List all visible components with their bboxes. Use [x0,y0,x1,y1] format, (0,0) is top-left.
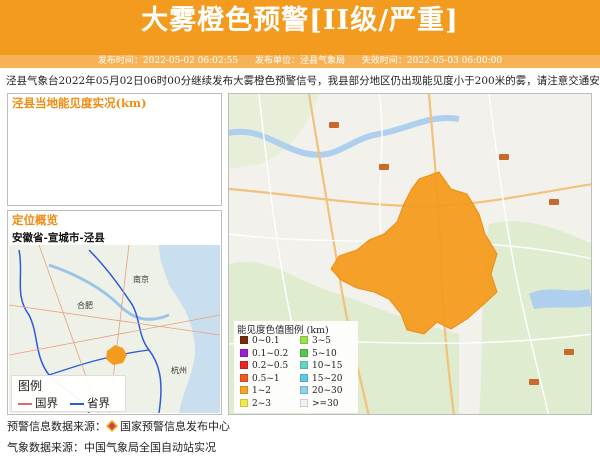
legend-item-province-border: 省界 [70,395,110,411]
national-border-label: 国界 [35,396,58,410]
color-legend-item: 3~5 [300,336,331,347]
color-legend-item: 15~20 [300,373,343,385]
location-panel-title: 定位概览 [12,213,58,227]
overview-legend-title: 图例 [18,379,43,393]
expire-time-value: 2022-05-03 06:00:00 [406,56,503,66]
warning-header: 大雾橙色预警[II级/严重] [0,0,600,55]
warning-source-label: 预警信息数据来源： [7,420,106,433]
color-legend-label: 0.5~1 [252,373,280,384]
color-legend-label: 0.1~0.2 [252,348,289,359]
color-legend-label: 0.2~0.5 [252,361,289,371]
visibility-panel: 泾县当地能见度实况(km) [7,93,222,206]
map-label-nanjing: 南京 [133,274,149,284]
color-swatch-icon [300,398,308,407]
publish-time-label: 发布时间： [97,56,143,66]
color-legend-item: 2~3 [240,398,271,410]
warning-notice-text: 泾县气象台2022年05月02日06时00分继续发布大雾橙色预警信号，我县部分地… [6,75,600,87]
warning-center-logo-icon [106,420,118,432]
color-legend-item: >=30 [300,398,339,410]
weather-source-value: 中国气象局全国自动站实况 [84,441,216,454]
lake [529,289,591,309]
color-legend-label: >=30 [312,398,339,409]
color-legend-label: 5~10 [312,348,337,359]
expire-time-label: 失效时间： [361,56,407,66]
province-border-line-icon [70,403,84,405]
color-legend-item: 0.5~1 [240,373,280,385]
color-swatch-icon [240,386,248,394]
weather-source-label: 气象数据来源： [7,441,84,454]
color-legend-title: 能见度色值图例 (km) [237,325,329,336]
national-border-line-icon [18,403,32,405]
color-swatch-icon [240,348,248,357]
map-label-hefei: 合肥 [77,300,93,310]
color-swatch-icon [240,398,248,407]
weather-source-line: 气象数据来源：中国气象局全国自动站实况 [7,439,216,455]
publisher: 发布单位：泾县气象局 [255,56,345,66]
province-border-label: 省界 [87,396,110,410]
warning-source-line: 预警信息数据来源： 国家预警信息发布中心 [7,418,230,434]
publish-time-value: 2022-05-02 06:02:55 [142,56,239,66]
publisher-label: 发布单位： [254,56,300,66]
color-swatch-icon [300,348,308,357]
color-legend-item: 5~10 [300,348,337,360]
color-swatch-icon [240,373,248,382]
map-label-hangzhou: 杭州 [171,365,187,375]
color-legend-label: 3~5 [312,336,331,346]
color-legend-item: 0.1~0.2 [240,348,289,360]
publish-time: 发布时间：2022-05-02 06:02:55 [98,56,238,66]
color-legend-item: 0.2~0.5 [240,361,288,372]
color-legend-label: 1~2 [252,386,271,396]
color-swatch-icon [240,336,248,344]
overview-legend: 图例 国界 省界 [11,375,126,412]
color-swatch-icon [300,373,308,382]
color-legend-label: 10~15 [312,361,343,371]
warning-meta-bar: 发布时间：2022-05-02 06:02:55 发布单位：泾县气象局 失效时间… [0,55,600,68]
color-legend-label: 0~0.1 [252,336,280,346]
expire-time: 失效时间：2022-05-03 06:00:00 [362,56,502,66]
location-region: 安徽省-宣城市-泾县 [12,232,105,244]
publisher-value: 泾县气象局 [300,56,346,66]
color-legend-item: 0~0.1 [240,336,280,347]
legend-item-national-border: 国界 [18,395,58,411]
color-legend-label: 2~3 [252,398,271,409]
warning-area-map[interactable]: 能见度色值图例 (km) 0~0.1 0.1~0.2 0.2~0.5 0.5~1 1~2… [228,93,592,415]
color-legend-item: 20~30 [300,386,342,397]
visibility-color-legend: 能见度色值图例 (km) 0~0.1 0.1~0.2 0.2~0.5 0.5~1 1~2… [234,321,358,413]
location-overview-panel: 定位概览 安徽省-宣城市-泾县 南京 合肥 杭州 图例 国界 省界 [7,210,222,415]
color-legend-item: 1~2 [240,386,271,397]
color-legend-item: 10~15 [300,361,342,372]
color-legend-label: 15~20 [312,373,343,384]
color-swatch-icon [300,386,308,394]
color-swatch-icon [240,361,248,369]
warning-title: 大雾橙色预警[II级/严重] [141,5,459,36]
visibility-panel-title: 泾县当地能见度实况(km) [12,96,147,110]
color-legend-label: 20~30 [312,386,343,396]
color-swatch-icon [300,336,308,344]
warning-source-value: 国家预警信息发布中心 [120,420,230,433]
color-swatch-icon [300,361,308,369]
